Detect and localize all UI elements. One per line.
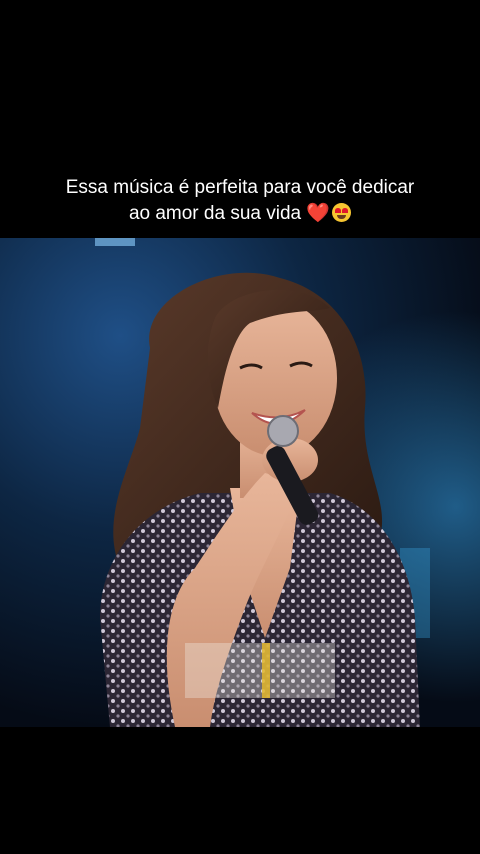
video-post-screen: Essa música é perfeita para você dedicar…	[0, 0, 480, 854]
heart-eyes-emoji-icon	[332, 203, 352, 222]
video-player[interactable]	[0, 238, 480, 727]
caption-line-2: ao amor da sua vida ❤️	[0, 201, 480, 227]
caption-line-2-text: ao amor da sua vida	[128, 203, 302, 224]
caption-text: Essa música é perfeita para você dedicar…	[0, 175, 480, 227]
performer-video-frame	[0, 238, 480, 727]
caption-line-1: Essa música é perfeita para você dedicar	[65, 177, 415, 198]
red-heart-icon: ❤️	[306, 203, 331, 224]
